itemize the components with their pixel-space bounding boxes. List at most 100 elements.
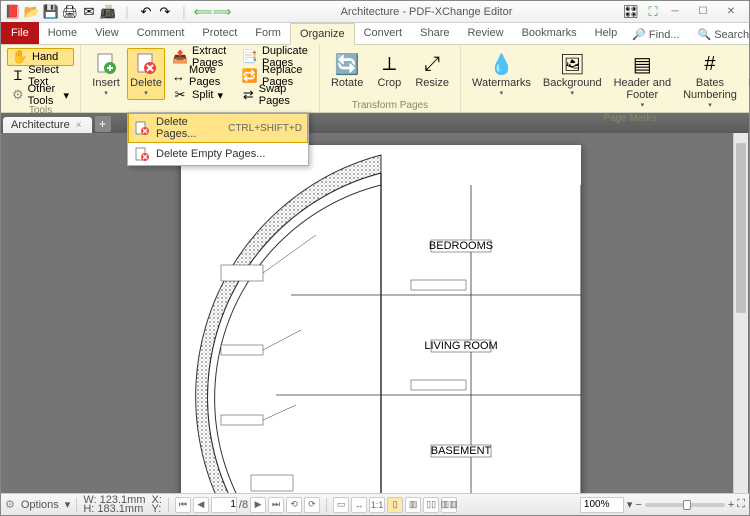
- options-gear-icon[interactable]: ⚙: [5, 498, 15, 511]
- prev-page-button[interactable]: ◀: [193, 497, 209, 513]
- zoom-thumb[interactable]: [683, 500, 691, 510]
- forward-icon[interactable]: ⟹: [214, 4, 230, 20]
- other-tools-button[interactable]: ⚙Other Tools▾: [7, 86, 74, 104]
- architecture-drawing: BEDROOMS LIVING ROOM BASEMENT: [181, 145, 581, 493]
- move-icon: ↔: [172, 68, 185, 84]
- view-mode-buttons: ▭ ↔ 1:1 ▯ ▥ ▯▯ ▥▥: [333, 497, 457, 513]
- new-tab-button[interactable]: +: [95, 116, 111, 132]
- zoom-input[interactable]: [580, 497, 624, 513]
- tab-view[interactable]: View: [86, 22, 128, 44]
- close-tab-icon[interactable]: ×: [76, 120, 82, 131]
- window-controls: ─ ☐ ✕: [661, 3, 745, 21]
- tab-home[interactable]: Home: [39, 22, 86, 44]
- print-icon[interactable]: 🖨: [62, 4, 78, 20]
- find-icon: 🔎: [632, 28, 646, 41]
- fit-width-button[interactable]: ↔: [351, 497, 367, 513]
- fullscreen-button[interactable]: ⛶: [737, 498, 745, 511]
- group-tools: ✋Hand ᏆSelect Text ⚙Other Tools▾ Tools: [1, 45, 81, 112]
- zoom-out-button[interactable]: −: [635, 499, 641, 511]
- svg-text:BEDROOMS: BEDROOMS: [429, 240, 493, 252]
- maximize-button[interactable]: ☐: [689, 3, 717, 21]
- titlebar: 📕 📂 💾 🖨 ✉ 📠 | ↶ ↷ | ⟸ ⟹ Architecture - P…: [1, 1, 749, 23]
- watermark-icon: 💧: [488, 51, 514, 77]
- zoom-slider[interactable]: [645, 503, 725, 507]
- find-button[interactable]: 🔎Find...: [626, 25, 685, 44]
- move-pages-button[interactable]: ↔Move Pages: [167, 67, 235, 85]
- resize-button[interactable]: ⤢Resize: [410, 48, 454, 92]
- tab-help[interactable]: Help: [586, 22, 627, 44]
- resize-icon: ⤢: [419, 51, 445, 77]
- options-button[interactable]: Options: [21, 499, 59, 511]
- split-button[interactable]: ✂Split▾: [167, 86, 235, 104]
- back-icon[interactable]: ⟸: [195, 4, 211, 20]
- nav-back-button[interactable]: ⟲: [286, 497, 302, 513]
- tab-bookmarks[interactable]: Bookmarks: [513, 22, 586, 44]
- tab-review[interactable]: Review: [458, 22, 512, 44]
- ui-options-icon[interactable]: 🎛: [623, 4, 639, 20]
- background-icon: 🖼: [559, 51, 585, 77]
- redo-icon[interactable]: ↷: [157, 4, 173, 20]
- app-icon: 📕: [5, 4, 21, 20]
- minimize-button[interactable]: ─: [661, 3, 689, 21]
- qat-sep2: |: [176, 4, 192, 20]
- menu-delete-pages[interactable]: Delete Pages... CTRL+SHIFT+D: [128, 113, 308, 143]
- header-footer-button[interactable]: ▤Header and Footer▾: [609, 48, 677, 112]
- delete-pages-icon: [134, 120, 150, 136]
- tab-form[interactable]: Form: [246, 22, 290, 44]
- last-page-button[interactable]: ⏭: [268, 497, 284, 513]
- fit-page-button[interactable]: ▭: [333, 497, 349, 513]
- swap-icon: ⇄: [242, 87, 255, 103]
- text-cursor-icon: Ꮖ: [12, 68, 24, 84]
- menu-delete-empty-pages[interactable]: Delete Empty Pages...: [128, 143, 308, 165]
- document-tab[interactable]: Architecture ×: [3, 117, 92, 133]
- launch-icon[interactable]: ⛶: [645, 4, 661, 20]
- svg-text:LIVING ROOM: LIVING ROOM: [424, 340, 497, 352]
- tab-comment[interactable]: Comment: [128, 22, 194, 44]
- next-page-button[interactable]: ▶: [250, 497, 266, 513]
- replace-icon: 🔁: [242, 68, 258, 84]
- number-pages-button[interactable]: 1̲Number Pages: [744, 48, 750, 104]
- insert-button[interactable]: Insert▾: [87, 48, 125, 100]
- close-button[interactable]: ✕: [717, 3, 745, 21]
- actual-size-button[interactable]: 1:1: [369, 497, 385, 513]
- search-button[interactable]: 🔍Search...: [692, 25, 750, 44]
- tab-organize[interactable]: Organize: [290, 23, 355, 45]
- qat-sep: |: [119, 4, 135, 20]
- tab-share[interactable]: Share: [411, 22, 458, 44]
- swap-pages-button[interactable]: ⇄Swap Pages: [237, 86, 313, 104]
- background-button[interactable]: 🖼Background▾: [538, 48, 607, 100]
- vertical-scrollbar[interactable]: [733, 133, 748, 493]
- two-page-button[interactable]: ▯▯: [423, 497, 439, 513]
- nav-fwd-button[interactable]: ⟳: [304, 497, 320, 513]
- svg-text:BASEMENT: BASEMENT: [431, 445, 492, 457]
- quick-access-toolbar: 📕 📂 💾 🖨 ✉ 📠 | ↶ ↷ | ⟸ ⟹: [5, 4, 230, 20]
- rotate-button[interactable]: 🔄Rotate: [326, 48, 368, 92]
- file-tab[interactable]: File: [1, 22, 39, 44]
- page-input[interactable]: [211, 497, 237, 513]
- tab-convert[interactable]: Convert: [355, 22, 412, 44]
- delete-page-icon: [133, 51, 159, 77]
- continuous-button[interactable]: ▥: [405, 497, 421, 513]
- document-viewport[interactable]: BEDROOMS LIVING ROOM BASEMENT: [1, 133, 749, 493]
- gear-icon: ⚙: [12, 87, 24, 103]
- single-page-button[interactable]: ▯: [387, 497, 403, 513]
- save-icon[interactable]: 💾: [43, 4, 59, 20]
- open-icon[interactable]: 📂: [24, 4, 40, 20]
- undo-icon[interactable]: ↶: [138, 4, 154, 20]
- bates-button[interactable]: #Bates Numbering▾: [678, 48, 742, 112]
- delete-button[interactable]: Delete▾: [127, 48, 165, 100]
- email-icon[interactable]: ✉: [81, 4, 97, 20]
- two-continuous-button[interactable]: ▥▥: [441, 497, 457, 513]
- rotate-icon: 🔄: [334, 51, 360, 77]
- zoom-in-button[interactable]: +: [728, 499, 734, 511]
- crop-button[interactable]: ⟂Crop: [370, 48, 408, 92]
- watermarks-button[interactable]: 💧Watermarks▾: [467, 48, 536, 100]
- bates-icon: #: [697, 51, 723, 77]
- pdf-page: BEDROOMS LIVING ROOM BASEMENT: [181, 145, 581, 493]
- first-page-button[interactable]: ⏮: [175, 497, 191, 513]
- split-icon: ✂: [172, 87, 188, 103]
- search-icon: 🔍: [698, 28, 712, 41]
- scan-icon[interactable]: 📠: [100, 4, 116, 20]
- scrollbar-thumb[interactable]: [736, 143, 746, 313]
- tab-protect[interactable]: Protect: [193, 22, 246, 44]
